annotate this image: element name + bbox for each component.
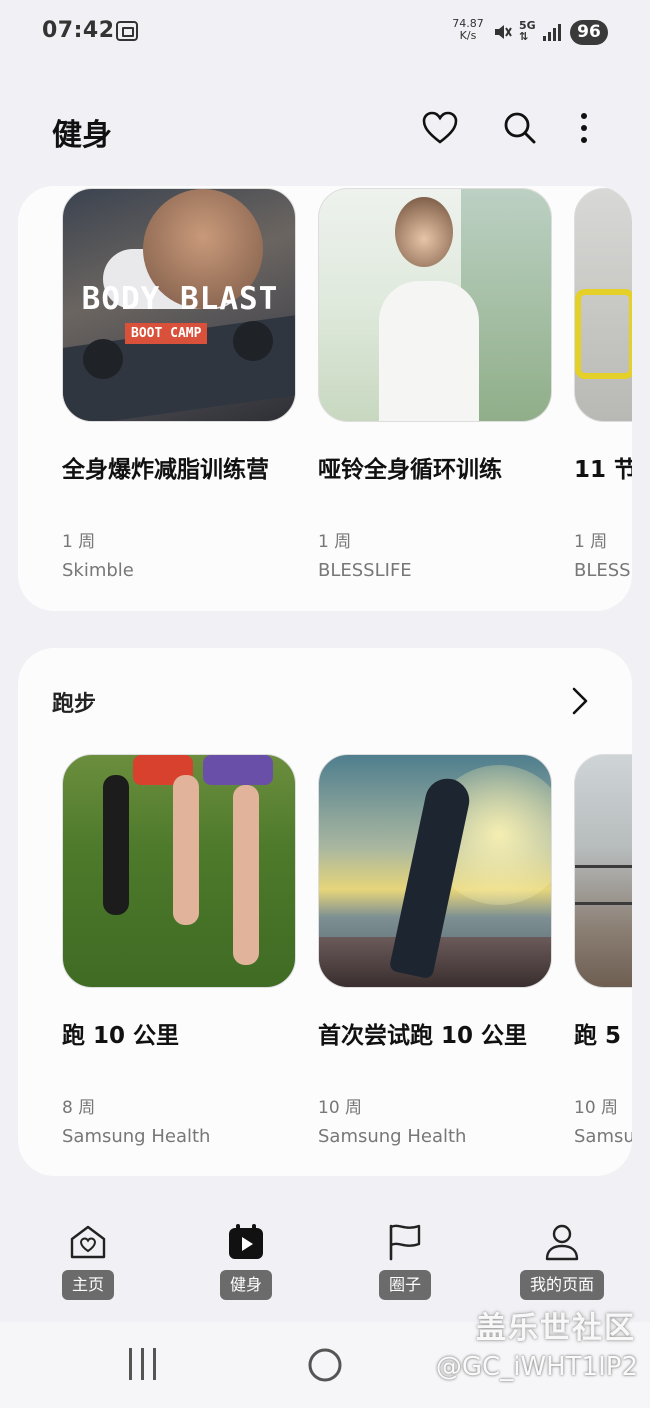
- program-title: 哑铃全身循环训练: [318, 457, 502, 483]
- nav-label: 圈子: [378, 1270, 431, 1300]
- program-title: 跑 5: [574, 1023, 622, 1049]
- nav-my-page[interactable]: 我的页面: [507, 1222, 617, 1300]
- battery-level: 96: [570, 20, 608, 45]
- program-tile[interactable]: 首次尝试跑 10 公里 10 周 Samsung Health: [318, 754, 552, 1147]
- program-source: Skimble: [62, 560, 134, 581]
- nav-community[interactable]: 圈子: [350, 1222, 460, 1300]
- heart-icon: [422, 111, 458, 144]
- program-source: BLESS: [574, 560, 631, 581]
- flag-icon: [385, 1222, 425, 1262]
- program-source: Samsung Health: [318, 1126, 467, 1147]
- program-title: 全身爆炸减脂训练营: [62, 457, 269, 483]
- screenshot-icon: [116, 21, 138, 41]
- signal-icon: [543, 24, 561, 41]
- search-icon: [504, 112, 536, 144]
- program-tile[interactable]: 哑铃全身循环训练 1 周 BLESSLIFE: [318, 188, 552, 581]
- search-button[interactable]: [500, 108, 540, 148]
- nav-label: 健身: [219, 1270, 272, 1300]
- favorites-button[interactable]: [420, 108, 460, 148]
- program-title: 11 节: [574, 457, 632, 483]
- program-duration: 10 周: [318, 1098, 363, 1118]
- nav-fitness[interactable]: 健身: [191, 1222, 301, 1300]
- program-duration: 10 周: [574, 1098, 619, 1118]
- home-button-icon[interactable]: [306, 1346, 344, 1384]
- more-vertical-icon: [581, 113, 587, 143]
- program-duration: 8 周: [62, 1098, 96, 1118]
- status-time: 07:42: [42, 18, 115, 43]
- bottom-navigation: 主页 健身 圈子 我的页面: [0, 1222, 650, 1312]
- app-header: 健身: [0, 90, 650, 166]
- running-programs-card: 跑步 跑 10 公里 8 周 Samsung Health 首次尝试跑 10 公…: [18, 648, 632, 1176]
- program-title: 跑 10 公里: [62, 1023, 180, 1049]
- nav-label: 我的页面: [519, 1270, 604, 1300]
- more-options-button[interactable]: [564, 108, 604, 148]
- program-tile[interactable]: 11 节 1 周 BLESS: [574, 188, 632, 581]
- program-tile[interactable]: BODY BLAST BOOT CAMP 全身爆炸减脂训练营 1 周 Skimb…: [62, 188, 296, 581]
- speed-unit: K/s: [459, 29, 477, 42]
- program-image: [574, 754, 632, 988]
- image-logo-text: BODY BLAST: [81, 281, 279, 317]
- program-image: [62, 754, 296, 988]
- section-title: 跑步: [52, 692, 97, 717]
- program-source: Samsung Health: [62, 1126, 211, 1147]
- program-source: Samsu: [574, 1126, 632, 1147]
- program-duration: 1 周: [574, 532, 608, 552]
- program-tile[interactable]: 跑 5 10 周 Samsu: [574, 754, 632, 1147]
- network-type: 5G ⇅: [519, 19, 536, 43]
- program-image: [318, 188, 552, 422]
- person-icon: [542, 1222, 582, 1262]
- program-tile[interactable]: 跑 10 公里 8 周 Samsung Health: [62, 754, 296, 1147]
- image-logo-subtext: BOOT CAMP: [125, 323, 208, 344]
- recent-apps-icon[interactable]: [126, 1346, 160, 1382]
- home-heart-icon: [68, 1222, 108, 1262]
- program-title: 首次尝试跑 10 公里: [318, 1023, 528, 1049]
- calendar-play-icon: [226, 1222, 266, 1262]
- mute-icon: [495, 25, 512, 39]
- program-source: BLESSLIFE: [318, 560, 412, 581]
- nav-label: 主页: [61, 1270, 114, 1300]
- program-image: BODY BLAST BOOT CAMP: [62, 188, 296, 422]
- status-bar: 07:42 74.87 K/s 5G ⇅ 96: [0, 0, 650, 64]
- page-title: 健身: [52, 118, 112, 153]
- chevron-right-icon[interactable]: [566, 686, 592, 716]
- watermark-title: 盖乐世社区: [476, 1311, 636, 1346]
- program-duration: 1 周: [62, 532, 96, 552]
- network-speed: 74.87 K/s: [450, 18, 486, 42]
- nav-home[interactable]: 主页: [33, 1222, 143, 1300]
- watermark-handle: @GC_iWHT1IP2: [435, 1352, 638, 1382]
- program-duration: 1 周: [318, 532, 352, 552]
- featured-programs-card: BODY BLAST BOOT CAMP 全身爆炸减脂训练营 1 周 Skimb…: [18, 186, 632, 611]
- program-image: [318, 754, 552, 988]
- program-image: [574, 188, 632, 422]
